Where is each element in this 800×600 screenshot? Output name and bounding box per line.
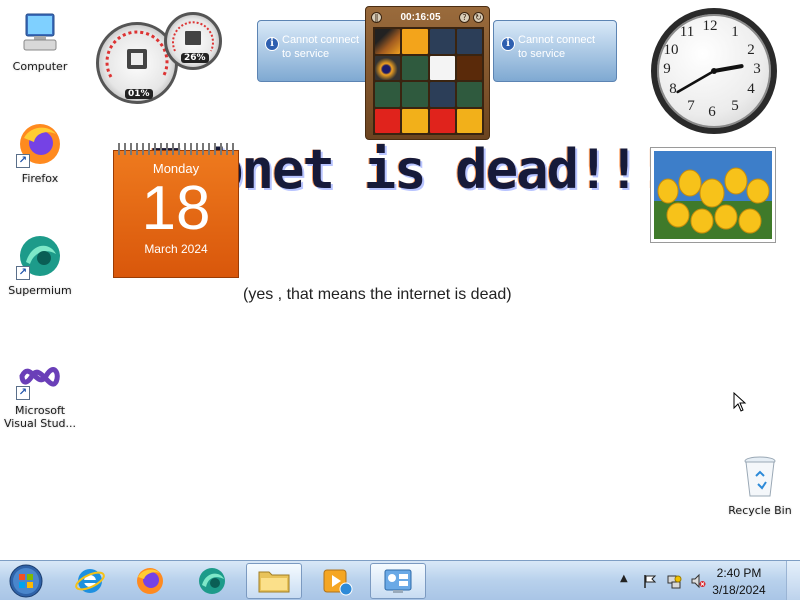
mouse-cursor-icon <box>733 392 747 412</box>
puzzle-tile[interactable] <box>456 82 482 107</box>
puzzle-tile[interactable] <box>375 55 401 80</box>
calendar-gadget[interactable]: Monday 18 March 2024 <box>113 143 239 278</box>
folder-icon <box>258 571 290 593</box>
puzzle-tile[interactable] <box>375 108 401 133</box>
puzzle-timer: 00:16:05 <box>400 11 441 23</box>
feed-message-line1: Cannot connect <box>518 34 596 46</box>
taskbar-supermium[interactable] <box>184 563 240 599</box>
calendar-day: 18 <box>141 174 211 243</box>
puzzle-tile[interactable] <box>429 82 455 107</box>
internet-explorer-icon <box>75 569 105 593</box>
puzzle-tile[interactable] <box>402 55 428 80</box>
calendar-rings-icon <box>118 143 234 155</box>
windows-orb-icon <box>9 564 43 598</box>
calendar-month-year: March 2024 <box>144 242 208 256</box>
start-button[interactable] <box>6 562 46 600</box>
gadgets-icon <box>384 569 412 593</box>
desktop-icon-label: Supermium <box>8 284 72 297</box>
puzzle-tile[interactable] <box>456 108 482 133</box>
action-center-flag-icon[interactable] <box>642 573 658 589</box>
help-button[interactable]: ? <box>459 11 470 23</box>
memory-gauge: 26% <box>164 12 222 70</box>
feed-gadget-left[interactable]: i Cannot connect to service <box>257 20 381 82</box>
desktop-icon-firefox[interactable]: ↗ Firefox <box>0 120 80 185</box>
info-icon: i <box>501 37 515 51</box>
info-icon: i <box>265 37 279 51</box>
puzzle-tile[interactable] <box>375 82 401 107</box>
supermium-icon: ↗ <box>16 232 64 280</box>
system-tray: ▲ 2:40 PM 3/18/2024 <box>600 561 800 600</box>
taskbar: ▲ 2:40 PM 3/18/2024 <box>0 560 800 600</box>
clock-hands-icon <box>676 64 744 94</box>
show-hidden-icons-button[interactable]: ▲ <box>620 573 628 584</box>
desktop-icon-label: Recycle Bin <box>728 504 792 517</box>
clock-hour-hand <box>712 64 744 73</box>
puzzle-tile[interactable] <box>402 108 428 133</box>
slideshow-gadget[interactable] <box>650 147 776 243</box>
desktop-icon-visual-studio[interactable]: ↗ Microsoft Visual Stud... <box>0 352 80 430</box>
puzzle-grid[interactable] <box>373 27 484 135</box>
computer-icon <box>16 8 64 56</box>
puzzle-tile[interactable] <box>429 29 455 54</box>
firefox-icon <box>137 568 163 594</box>
puzzle-tile[interactable] <box>402 29 428 54</box>
puzzle-tile[interactable] <box>429 108 455 133</box>
feed-message-line2: to service <box>282 48 330 60</box>
visual-studio-icon: ↗ <box>16 352 64 400</box>
taskbar-gadgets[interactable] <box>370 563 426 599</box>
feed-message-line2: to service <box>518 48 566 60</box>
clock-minute-hand <box>676 69 716 94</box>
tray-date[interactable]: 3/18/2024 <box>704 583 774 597</box>
feed-message-line1: Cannot connect <box>282 34 360 46</box>
taskbar-internet-explorer[interactable] <box>62 563 118 599</box>
desktop-icon-recycle-bin[interactable]: Recycle Bin <box>720 452 800 517</box>
supermium-icon <box>199 568 225 594</box>
shortcut-arrow-icon: ↗ <box>16 154 30 168</box>
desktop-icon-label: Computer <box>12 60 68 73</box>
tray-time[interactable]: 2:40 PM <box>704 566 774 580</box>
puzzle-tile[interactable] <box>402 82 428 107</box>
clock-gadget[interactable]: 12 1 2 3 4 5 6 7 8 9 10 11 <box>651 8 777 134</box>
cpu-percent: 01% <box>125 89 153 99</box>
puzzle-tile[interactable] <box>375 29 401 54</box>
taskbar-media-player[interactable] <box>308 563 364 599</box>
desktop-icon-supermium[interactable]: ↗ Supermium <box>0 232 80 297</box>
pause-button[interactable]: ‖ <box>371 11 382 23</box>
wallpaper-subtitle: (yes , that means the internet is dead) <box>243 286 512 303</box>
shortcut-arrow-icon: ↗ <box>16 266 30 280</box>
puzzle-tile[interactable] <box>429 55 455 80</box>
picture-puzzle-gadget[interactable]: ‖ 00:16:05 ? ↻ <box>365 6 490 140</box>
taskbar-file-explorer[interactable] <box>246 563 302 599</box>
puzzle-tile[interactable] <box>456 29 482 54</box>
recycle-bin-icon <box>736 452 784 500</box>
tulips-photo <box>654 151 772 239</box>
desktop-icon-label: Firefox <box>21 172 59 185</box>
network-icon[interactable] <box>666 573 682 589</box>
media-player-icon <box>323 569 353 596</box>
puzzle-tile[interactable] <box>456 55 482 80</box>
firefox-icon: ↗ <box>16 120 64 168</box>
shortcut-arrow-icon: ↗ <box>16 386 30 400</box>
show-desktop-button[interactable] <box>786 561 800 600</box>
taskbar-firefox[interactable] <box>122 563 178 599</box>
memory-percent: 26% <box>181 53 209 63</box>
desktop-icon-computer[interactable]: Computer <box>0 8 80 73</box>
feed-gadget-right[interactable]: i Cannot connect to service <box>493 20 617 82</box>
cpu-meter-gadget[interactable]: 01% 26% <box>96 12 224 104</box>
desktop-icon-label: Microsoft Visual Stud... <box>3 404 77 430</box>
shuffle-button[interactable]: ↻ <box>473 11 484 23</box>
